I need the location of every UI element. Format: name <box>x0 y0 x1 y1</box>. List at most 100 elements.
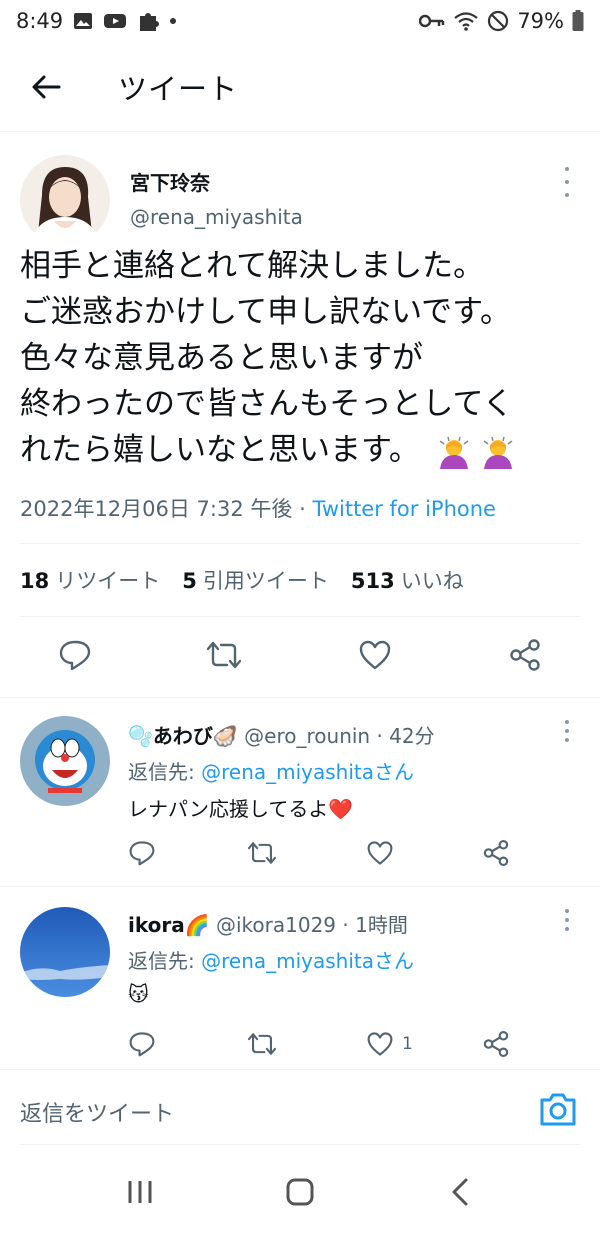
tweet-text-line: 相手と連絡とれて解決しました。 <box>20 248 485 284</box>
status-time: 8:49 <box>16 9 64 33</box>
more-options-button[interactable] <box>560 909 574 931</box>
retweet-icon <box>247 842 277 864</box>
battery-icon <box>572 10 584 32</box>
heart-icon <box>359 640 391 670</box>
gallery-notification-icon <box>73 12 93 30</box>
reply-compose-bar: 返信をツイート <box>0 1070 600 1146</box>
like-button[interactable]: 1 <box>366 1026 413 1062</box>
reply-to-label: 返信先: <box>128 949 202 973</box>
bowing-emoji <box>436 435 516 469</box>
puzzle-notification-icon <box>137 10 160 32</box>
reply-to-mention[interactable]: @rena_miyashitaさん <box>201 760 414 784</box>
more-dot-icon <box>565 193 569 197</box>
bowing-person-icon <box>483 436 513 469</box>
reply-actions <box>128 835 518 871</box>
likes-stat[interactable]: 513 いいね <box>351 565 464 595</box>
rainbow-emoji: 🌈 <box>184 913 210 937</box>
arrow-left-icon <box>32 75 61 98</box>
more-dot-icon <box>565 180 569 184</box>
quotes-count: 5 <box>182 569 197 593</box>
tweet-text: 相手と連絡とれて解決しました。 ご迷惑おかけして申し訳ないです。 色々な意見ある… <box>20 243 580 473</box>
share-button[interactable] <box>482 835 510 871</box>
reply-to-mention[interactable]: @rena_miyashitaさん <box>201 949 414 973</box>
reply-button[interactable] <box>128 835 156 871</box>
wifi-icon <box>453 10 479 32</box>
system-nav-bar <box>0 1150 600 1233</box>
more-notifications-dot-icon <box>169 17 177 25</box>
retweet-button[interactable] <box>204 633 244 677</box>
more-options-button[interactable] <box>560 720 574 742</box>
home-icon <box>286 1178 314 1205</box>
bubbles-emoji: 🫧 <box>128 724 153 748</box>
tweet-actions <box>0 633 600 683</box>
reply-to: 返信先: @rena_miyashitaさん <box>128 945 414 974</box>
reply-icon <box>129 1032 155 1057</box>
author-name[interactable]: 宮下玲奈 <box>130 167 210 196</box>
reply-time: · 42分 <box>376 724 435 748</box>
tweet-meta: 2022年12月06日 7:32 午後 · Twitter for iPhone <box>20 493 496 523</box>
app-bar: ツイート <box>0 42 600 132</box>
share-button[interactable] <box>505 633 545 677</box>
home-button[interactable] <box>270 1162 330 1222</box>
reply-text: レナパン応援してるよ❤️ <box>128 797 354 821</box>
camera-button[interactable] <box>538 1090 578 1130</box>
quotes-stat[interactable]: 5 引用ツイート <box>182 565 329 595</box>
heart-icon <box>367 841 393 865</box>
reply-time: · 1時間 <box>342 913 408 937</box>
back-nav-button[interactable] <box>430 1162 490 1222</box>
share-icon <box>483 1030 509 1058</box>
reply-tweet[interactable]: ikora🌈 @ikora1029 · 1時間 返信先: @rena_miyas… <box>0 887 600 1069</box>
reply-button[interactable] <box>55 633 95 677</box>
retweet-button[interactable] <box>246 835 278 871</box>
tweet-text-line: ご迷惑おかけして申し訳ないです。 <box>20 294 512 330</box>
quotes-label: 引用ツイート <box>202 569 329 593</box>
retweet-button[interactable] <box>246 1026 278 1062</box>
tweet-text-line: 色々な意見あると思いますが <box>20 340 423 376</box>
more-dot-icon <box>565 927 569 931</box>
recents-icon <box>128 1180 152 1203</box>
retweets-count: 18 <box>20 569 50 593</box>
oyster-emoji: 🦪 <box>212 724 238 748</box>
tweet-text-line: れたら嬉しいなと思います。 <box>20 432 420 468</box>
reply-text: 😽 <box>128 982 149 1006</box>
reply-avatar[interactable] <box>20 907 110 997</box>
back-button[interactable] <box>14 55 78 119</box>
reply-author-handle[interactable]: @ero_rounin <box>244 724 370 748</box>
likes-count: 513 <box>350 569 395 593</box>
like-button[interactable] <box>355 633 395 677</box>
likes-label: いいね <box>400 569 464 593</box>
heart-icon <box>367 1032 393 1056</box>
reply-actions: 1 <box>128 1026 518 1062</box>
reply-header: ikora🌈 @ikora1029 · 1時間 <box>128 909 408 938</box>
battery-percentage: 79% <box>517 9 564 33</box>
camera-icon <box>540 1093 576 1126</box>
more-options-button[interactable] <box>560 167 574 197</box>
reply-avatar[interactable] <box>20 716 110 806</box>
reply-header: 🫧あわび🦪 @ero_rounin · 42分 <box>128 720 435 749</box>
more-dot-icon <box>565 909 569 913</box>
author-handle[interactable]: @rena_miyashita <box>130 205 303 229</box>
share-icon <box>510 639 540 671</box>
do-not-disturb-icon <box>487 10 509 32</box>
reply-author-handle[interactable]: @ikora1029 <box>216 913 336 937</box>
retweets-label: リツイート <box>55 569 161 593</box>
author-avatar[interactable] <box>20 155 110 245</box>
more-dot-icon <box>565 167 569 171</box>
tweet-timestamp[interactable]: 2022年12月06日 7:32 午後 <box>20 497 292 521</box>
share-button[interactable] <box>482 1026 510 1062</box>
reply-input[interactable]: 返信をツイート <box>20 1096 174 1128</box>
youtube-notification-icon <box>103 12 127 30</box>
reply-author-name[interactable]: ikora <box>128 913 185 937</box>
tweet-source-link[interactable]: Twitter for iPhone <box>312 497 496 521</box>
reply-button[interactable] <box>128 1026 156 1062</box>
reply-to: 返信先: @rena_miyashitaさん <box>128 756 414 785</box>
reply-to-label: 返信先: <box>128 760 202 784</box>
page-title: ツイート <box>118 71 239 106</box>
reply-author-name[interactable]: あわび <box>153 724 213 748</box>
like-button[interactable] <box>366 835 402 871</box>
recent-apps-button[interactable] <box>110 1162 170 1222</box>
reply-tweet[interactable]: 🫧あわび🦪 @ero_rounin · 42分 返信先: @rena_miyas… <box>0 698 600 886</box>
more-dot-icon <box>565 729 569 733</box>
retweet-icon <box>206 641 242 669</box>
retweets-stat[interactable]: 18 リツイート <box>20 565 160 595</box>
